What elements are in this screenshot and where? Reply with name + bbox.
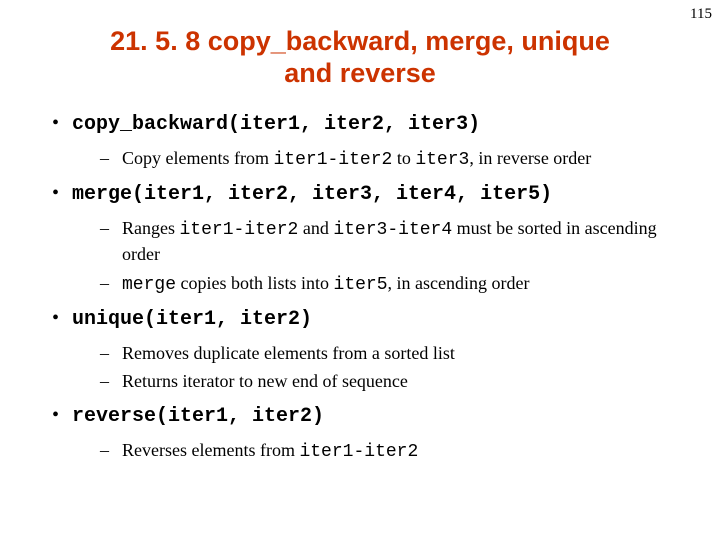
text-run: , in reverse order	[469, 148, 591, 168]
code-run: merge	[122, 275, 176, 295]
item-heading: merge(iter1, iter2, iter3, iter4, iter5)	[72, 183, 552, 206]
sub-item: Returns iterator to new end of sequence	[100, 369, 680, 393]
page-number: 115	[690, 6, 712, 23]
text-run: and	[298, 218, 333, 238]
item-heading: reverse(iter1, iter2)	[72, 405, 324, 428]
sub-list: Reverses elements from iter1-iter2	[72, 438, 680, 464]
text-run: to	[392, 148, 415, 168]
text-run: Ranges	[122, 218, 180, 238]
text-run: Returns iterator to new end of sequence	[122, 371, 408, 391]
sub-item: Removes duplicate elements from a sorted…	[100, 341, 680, 365]
sub-list: Removes duplicate elements from a sorted…	[72, 341, 680, 394]
sub-item: merge copies both lists into iter5, in a…	[100, 271, 680, 297]
code-run: iter1-iter2	[273, 150, 392, 170]
code-run: iter1-iter2	[180, 220, 299, 240]
item-heading: unique(iter1, iter2)	[72, 308, 312, 331]
text-run: Reverses elements from	[122, 440, 299, 460]
sub-item: Reverses elements from iter1-iter2	[100, 438, 680, 464]
text-run: Copy elements from	[122, 148, 273, 168]
text-run: copies both lists into	[176, 273, 334, 293]
code-run: iter3-iter4	[333, 220, 452, 240]
sub-list: Ranges iter1-iter2 and iter3-iter4 must …	[72, 216, 680, 297]
slide-title: 21. 5. 8 copy_backward, merge, unique an…	[90, 25, 630, 90]
item-heading: copy_backward(iter1, iter2, iter3)	[72, 113, 480, 136]
code-run: iter3	[415, 150, 469, 170]
list-item: reverse(iter1, iter2) Reverses elements …	[50, 404, 680, 464]
sub-list: Copy elements from iter1-iter2 to iter3,…	[72, 146, 680, 172]
list-item: unique(iter1, iter2) Removes duplicate e…	[50, 307, 680, 394]
list-item: merge(iter1, iter2, iter3, iter4, iter5)…	[50, 182, 680, 297]
code-run: iter1-iter2	[299, 442, 418, 462]
sub-item: Copy elements from iter1-iter2 to iter3,…	[100, 146, 680, 172]
text-run: , in ascending order	[388, 273, 530, 293]
list-item: copy_backward(iter1, iter2, iter3) Copy …	[50, 112, 680, 172]
sub-item: Ranges iter1-iter2 and iter3-iter4 must …	[100, 216, 680, 267]
code-run: iter5	[334, 275, 388, 295]
text-run: Removes duplicate elements from a sorted…	[122, 343, 455, 363]
bullet-list: copy_backward(iter1, iter2, iter3) Copy …	[40, 112, 680, 464]
